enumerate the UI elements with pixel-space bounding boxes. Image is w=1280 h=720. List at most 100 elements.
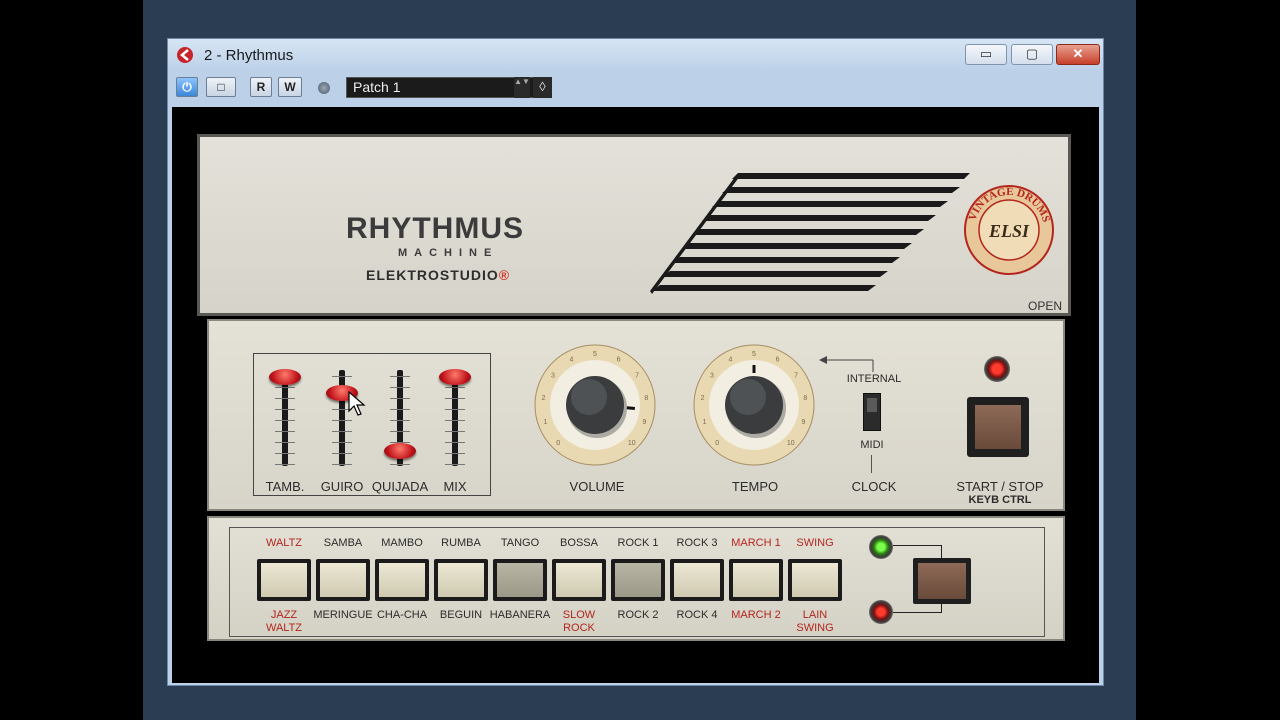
rhythm-button-1[interactable]: [257, 559, 311, 601]
title-bar[interactable]: 2 - Rhythmus ▭ ▢ ✕: [168, 39, 1103, 71]
brand-maker: ELEKTROSTUDIO®: [366, 267, 510, 283]
vintage-badge-logo: VINTAGE DRUMS ELSI: [964, 185, 1054, 275]
window-title: 2 - Rhythmus: [204, 47, 294, 64]
dial-number: 4: [569, 357, 573, 364]
sync-source-switch[interactable]: [863, 393, 881, 431]
slider-tick: [445, 398, 465, 399]
rhythm-button-10[interactable]: [788, 559, 842, 601]
minimize-button[interactable]: ▭: [965, 44, 1007, 65]
dial-number: 6: [776, 357, 780, 364]
dial-number: 7: [635, 372, 639, 379]
rhythm-top-label: WALTZ: [265, 537, 303, 549]
rhythm-bottom-label: JAZZ: [270, 609, 298, 621]
slider-tick: [445, 442, 465, 443]
dial-number: 10: [628, 440, 636, 447]
speaker-grille: [650, 173, 970, 294]
rhythm-bottom-label: MERINGUE: [313, 609, 373, 621]
rhythm-top-label: BOSSA: [560, 537, 598, 549]
rhythm-button-3[interactable]: [375, 559, 429, 601]
rhythm-button-9[interactable]: [729, 559, 783, 601]
dial-number: 10: [787, 440, 795, 447]
write-automation-button[interactable]: W: [278, 77, 302, 97]
brand-title: RHYTHMUS: [346, 212, 524, 245]
slider-label-4: MIX: [443, 479, 467, 494]
dial-number: 4: [728, 357, 732, 364]
dial-number: 2: [701, 395, 705, 402]
dial-number: 2: [542, 395, 546, 402]
slider-tick: [275, 442, 295, 443]
slider-tick: [275, 387, 295, 388]
power-button[interactable]: ⏻: [176, 77, 198, 97]
cubase-logo-icon: [177, 47, 193, 63]
internal-label: INTERNAL: [846, 373, 902, 385]
slider-tick: [445, 409, 465, 410]
keyb-ctrl-label: KEYB CTRL: [968, 494, 1032, 506]
slider-tick: [445, 464, 465, 465]
rhythm-active-led: [869, 535, 893, 559]
rhythm-button-4[interactable]: [434, 559, 488, 601]
dial-pointer: [626, 406, 635, 410]
brand-subtitle: MACHINE: [398, 247, 499, 259]
rhythm-bottom-label: BEGUIN: [439, 609, 483, 621]
slider-tick: [390, 409, 410, 410]
dial-knob-highlight: [571, 379, 607, 415]
rhythm-button-6[interactable]: [552, 559, 606, 601]
rhythm-top-label: ROCK 1: [617, 537, 659, 549]
rhythm-button-8[interactable]: [670, 559, 724, 601]
volume-dial[interactable]: 0 1 2 3 4 5 6 7 8 9 10: [527, 342, 663, 468]
rhythm-top-label: MAMBO: [381, 537, 423, 549]
start-stop-button[interactable]: [967, 397, 1029, 457]
dial-number: 6: [617, 357, 621, 364]
dial-number: 0: [556, 440, 560, 447]
slider-tick: [445, 453, 465, 454]
slider-tick: [445, 420, 465, 421]
open-label[interactable]: OPEN: [1028, 299, 1062, 313]
dial-number: 5: [752, 351, 756, 358]
slider-tick: [275, 398, 295, 399]
dial-number: 9: [643, 419, 647, 426]
maximize-button[interactable]: ▢: [1011, 44, 1053, 65]
rhythm-bank-button[interactable]: [913, 558, 971, 604]
slider-tick: [390, 431, 410, 432]
rhythm-top-label: SAMBA: [323, 537, 363, 549]
brand-maker-name: ELEKTROSTUDIO: [366, 267, 499, 283]
dial-knob-highlight: [730, 379, 766, 415]
start-stop-label: START / STOP: [956, 479, 1044, 494]
tempo-dial[interactable]: 0 1 2 3 4 5 6 7 8 9 10: [686, 342, 822, 468]
slider-tick: [275, 420, 295, 421]
sync-arrow-icon: [819, 356, 874, 372]
rhythm-bottom-label: WALTZ: [265, 622, 303, 634]
slider-knob-3[interactable]: [384, 443, 416, 459]
preset-menu-icon[interactable]: ◊: [533, 77, 552, 98]
rhythm-bottom-label: ROCK 2: [617, 609, 659, 621]
dial-number: 1: [703, 419, 707, 426]
bypass-button[interactable]: □: [206, 77, 236, 97]
rhythm-button-2[interactable]: [316, 559, 370, 601]
slider-tick: [332, 442, 352, 443]
preset-stepper-icon[interactable]: ▲▼: [514, 77, 530, 98]
midi-label: MIDI: [860, 439, 884, 451]
maximize-icon: ▢: [1025, 46, 1039, 61]
rhythm-button-7[interactable]: [611, 559, 665, 601]
mouse-cursor-icon: [348, 391, 366, 416]
dial-number: 9: [802, 419, 806, 426]
read-automation-button[interactable]: R: [250, 77, 272, 97]
tempo-label: TEMPO: [731, 479, 779, 494]
rhythm-bottom-label: SWING: [796, 622, 834, 634]
rhythm-bottom-label: HABANERA: [489, 609, 551, 621]
rhythm-bottom-label: MARCH 2: [731, 609, 781, 621]
rhythm-bottom-label: LAIN: [802, 609, 828, 621]
rhythm-top-label: RUMBA: [441, 537, 481, 549]
close-button[interactable]: ✕: [1056, 44, 1100, 65]
slider-tick: [332, 431, 352, 432]
run-indicator-led: [984, 356, 1010, 382]
registered-mark: ®: [498, 267, 511, 283]
rhythm-button-5[interactable]: [493, 559, 547, 601]
slider-tick: [275, 464, 295, 465]
rhythm-bottom-label: ROCK 4: [676, 609, 718, 621]
volume-label: VOLUME: [569, 479, 625, 494]
rhythm-top-label: MARCH 1: [731, 537, 781, 549]
rhythm-alt-led: [869, 600, 893, 624]
dial-number: 3: [551, 372, 555, 379]
rhythm-top-label: ROCK 3: [676, 537, 718, 549]
